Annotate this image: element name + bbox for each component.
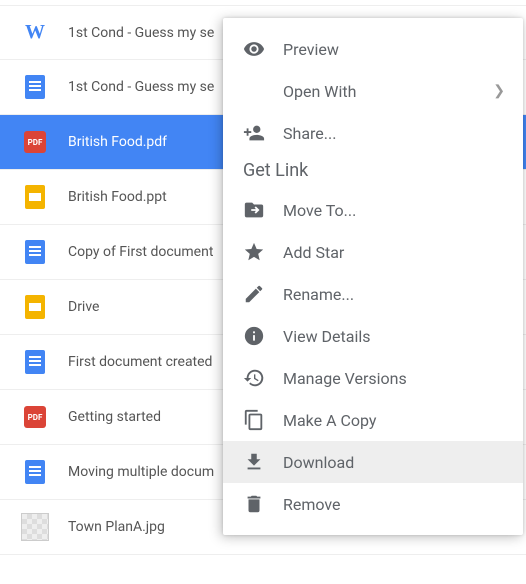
- menu-label: Download: [283, 453, 354, 472]
- slides-icon: [20, 182, 50, 212]
- menu-view-details[interactable]: View Details: [223, 315, 523, 357]
- menu-add-star[interactable]: Add Star: [223, 231, 523, 273]
- pencil-icon: [243, 283, 265, 305]
- menu-label: Move To...: [283, 201, 356, 220]
- image-icon: [20, 512, 50, 542]
- menu-label: View Details: [283, 327, 371, 346]
- pdf-icon: PDF: [20, 127, 50, 157]
- menu-remove[interactable]: Remove: [223, 483, 523, 525]
- history-icon: [243, 367, 265, 389]
- menu-share[interactable]: Share...: [223, 112, 523, 154]
- get-link-label[interactable]: Get Link: [223, 154, 523, 189]
- file-name: 1st Cond - Guess my se: [68, 79, 214, 95]
- blank-icon: [243, 80, 265, 102]
- file-name: Drive: [68, 299, 99, 315]
- folder-move-icon: [243, 199, 265, 221]
- docs-icon: [20, 347, 50, 377]
- menu-download[interactable]: Download: [223, 441, 523, 483]
- docs-icon: [20, 72, 50, 102]
- word-icon: W: [20, 18, 50, 48]
- file-name: First document created: [68, 354, 212, 370]
- file-name: Copy of First document: [68, 244, 213, 260]
- docs-icon: [20, 457, 50, 487]
- download-icon: [243, 451, 265, 473]
- menu-move-to[interactable]: Move To...: [223, 189, 523, 231]
- menu-label: Preview: [283, 40, 339, 59]
- file-name: Getting started: [68, 409, 161, 425]
- person-add-icon: [243, 122, 265, 144]
- file-name: British Food.pdf: [68, 134, 167, 150]
- chevron-right-icon: ❯: [493, 83, 505, 99]
- trash-icon: [243, 493, 265, 515]
- menu-label: Make A Copy: [283, 411, 377, 430]
- star-icon: [243, 241, 265, 263]
- menu-label: Share...: [283, 124, 336, 143]
- menu-manage-versions[interactable]: Manage Versions: [223, 357, 523, 399]
- menu-label: Manage Versions: [283, 369, 407, 388]
- copy-icon: [243, 409, 265, 431]
- context-menu: Preview Open With ❯ Share... Get Link Mo…: [223, 18, 523, 535]
- menu-label: Add Star: [283, 243, 344, 262]
- menu-rename[interactable]: Rename...: [223, 273, 523, 315]
- pdf-icon: PDF: [20, 402, 50, 432]
- file-name: British Food.ppt: [68, 189, 167, 205]
- menu-make-copy[interactable]: Make A Copy: [223, 399, 523, 441]
- slides-icon: [20, 292, 50, 322]
- menu-open-with[interactable]: Open With ❯: [223, 70, 523, 112]
- file-name: Town PlanA.jpg: [68, 519, 165, 535]
- eye-icon: [243, 38, 265, 60]
- docs-icon: [20, 237, 50, 267]
- file-name: 1st Cond - Guess my se: [68, 25, 214, 41]
- menu-label: Rename...: [283, 285, 354, 304]
- menu-preview[interactable]: Preview: [223, 28, 523, 70]
- file-name: Moving multiple docum: [68, 464, 214, 480]
- menu-label: Remove: [283, 495, 341, 514]
- menu-label: Open With: [283, 82, 356, 101]
- info-icon: [243, 325, 265, 347]
